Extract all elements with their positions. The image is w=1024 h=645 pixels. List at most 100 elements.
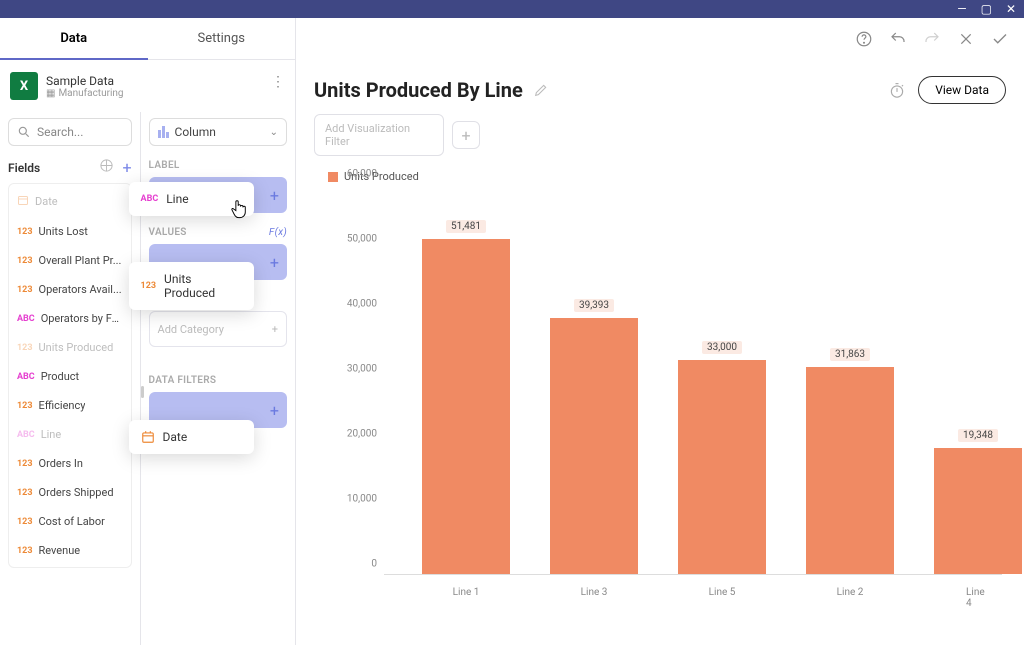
field-item[interactable]: ABC Product: [13, 362, 127, 391]
legend-swatch: [328, 172, 338, 182]
add-filter-button[interactable]: +: [452, 121, 480, 149]
datafilters-dropzone[interactable]: +: [149, 392, 287, 428]
section-label: LABEL: [149, 160, 287, 171]
maximize-button[interactable]: ▢: [981, 3, 992, 15]
field-item[interactable]: 123 Overall Plant Pr...: [13, 246, 127, 275]
search-icon: [17, 125, 31, 139]
plus-icon: +: [270, 253, 279, 272]
bar[interactable]: 33,000: [678, 360, 766, 575]
field-name: Orders Shipped: [39, 486, 114, 499]
bar[interactable]: 39,393: [550, 318, 638, 574]
bar[interactable]: 51,481: [422, 239, 510, 574]
bar-rect: [678, 360, 766, 575]
field-name: Product: [41, 370, 79, 383]
fields-list: Date123Units Lost123Overall Plant Pr...1…: [8, 183, 132, 568]
field-item[interactable]: 123 Units Produced: [13, 333, 127, 362]
number-type-icon: 123: [17, 285, 33, 295]
redo-icon[interactable]: [922, 29, 942, 49]
y-tick: 50,000: [347, 234, 377, 245]
text-type-icon: ABC: [17, 314, 35, 324]
confirm-icon[interactable]: [990, 29, 1010, 49]
help-icon[interactable]: [854, 29, 874, 49]
field-item[interactable]: 123 Orders Shipped: [13, 478, 127, 507]
stopwatch-icon[interactable]: [888, 81, 906, 99]
bar-value-label: 31,863: [830, 348, 870, 361]
datasource-row[interactable]: X Sample Data ▦Manufacturing ⋮: [0, 60, 295, 112]
bar-value-label: 51,481: [446, 220, 486, 233]
x-tick: Line 5: [709, 587, 736, 598]
calendar-icon: [17, 194, 29, 209]
field-name: Orders In: [39, 457, 83, 470]
visualization-filter-input[interactable]: Add Visualization Filter: [314, 114, 444, 156]
top-toolbar: [296, 18, 1024, 60]
text-type-icon: ABC: [17, 372, 35, 382]
field-name: Efficiency: [39, 399, 86, 412]
y-tick: 20,000: [347, 429, 377, 440]
number-type-icon: 123: [17, 256, 33, 266]
tab-settings[interactable]: Settings: [148, 18, 296, 59]
tab-data[interactable]: Data: [0, 18, 148, 59]
field-item[interactable]: 123Units Lost: [13, 217, 127, 246]
side-tabs: Data Settings: [0, 18, 295, 60]
undo-icon[interactable]: [888, 29, 908, 49]
field-name: Overall Plant Pr...: [39, 254, 122, 267]
field-name: Date: [35, 195, 58, 208]
x-tick: Line 4: [966, 587, 990, 609]
y-tick: 60,000: [347, 169, 377, 180]
brain-icon[interactable]: [99, 158, 114, 173]
field-item[interactable]: ABC Operators by Fu...: [13, 304, 127, 333]
bar-value-label: 39,393: [574, 299, 614, 312]
number-type-icon: 123: [17, 227, 33, 237]
y-tick: 10,000: [347, 494, 377, 505]
field-item[interactable]: 123Cost of Labor: [13, 507, 127, 536]
x-tick: Line 1: [453, 587, 480, 598]
close-icon[interactable]: [956, 29, 976, 49]
datasource-menu-icon[interactable]: ⋮: [271, 74, 285, 90]
number-type-icon: 123: [17, 401, 33, 411]
plus-icon: +: [270, 186, 279, 205]
chart-title: Units Produced By Line: [314, 78, 523, 102]
number-type-icon: 123: [17, 459, 33, 469]
datasource-name: Sample Data: [46, 74, 124, 88]
field-item[interactable]: 123 Orders In: [13, 449, 127, 478]
values-dropzone[interactable]: +: [149, 244, 287, 280]
window-close-button[interactable]: ✕: [1006, 3, 1016, 15]
field-name: Operators by Fu...: [41, 312, 123, 325]
search-input[interactable]: Search...: [8, 118, 132, 146]
field-name: Line: [41, 428, 62, 441]
bar-rect: [550, 318, 638, 574]
datasource-sub: ▦Manufacturing: [46, 88, 124, 99]
label-dropzone[interactable]: +: [149, 177, 287, 213]
field-name: Units Produced: [39, 341, 114, 354]
edit-title-icon[interactable]: [533, 82, 549, 98]
field-item[interactable]: 123 Efficiency: [13, 391, 127, 420]
plus-icon: +: [272, 323, 278, 336]
text-type-icon: ABC: [17, 430, 35, 440]
field-name: Cost of Labor: [39, 515, 105, 528]
bar-rect: [422, 239, 510, 574]
legend: Units Produced: [328, 170, 1006, 183]
plus-icon: +: [270, 401, 279, 420]
section-category: CATEGORY: [149, 294, 287, 305]
fx-button[interactable]: F(x): [269, 227, 287, 238]
number-type-icon: 123: [17, 488, 33, 498]
minimize-button[interactable]: —: [957, 3, 966, 15]
window-titlebar: — ▢ ✕: [0, 0, 1024, 18]
field-name: Operators Avail...: [39, 283, 122, 296]
field-item[interactable]: ABC Line: [13, 420, 127, 449]
number-type-icon: 123: [17, 343, 33, 353]
number-type-icon: 123: [17, 546, 33, 556]
section-datafilters: DATA FILTERS: [149, 375, 287, 386]
column-chart-icon: [158, 126, 169, 138]
viz-type-selector[interactable]: Column ⌄: [149, 118, 287, 146]
category-dropzone[interactable]: Add Category+: [149, 311, 287, 347]
add-field-button[interactable]: +: [122, 158, 131, 177]
field-item[interactable]: 123 Operators Avail...: [13, 275, 127, 304]
view-data-button[interactable]: View Data: [918, 76, 1006, 104]
field-name: Revenue: [39, 544, 81, 557]
number-type-icon: 123: [141, 281, 157, 291]
bar[interactable]: 31,863: [806, 367, 894, 574]
bar[interactable]: 19,348: [934, 448, 1022, 574]
field-item[interactable]: Date: [13, 186, 127, 217]
field-item[interactable]: 123 Revenue: [13, 536, 127, 565]
